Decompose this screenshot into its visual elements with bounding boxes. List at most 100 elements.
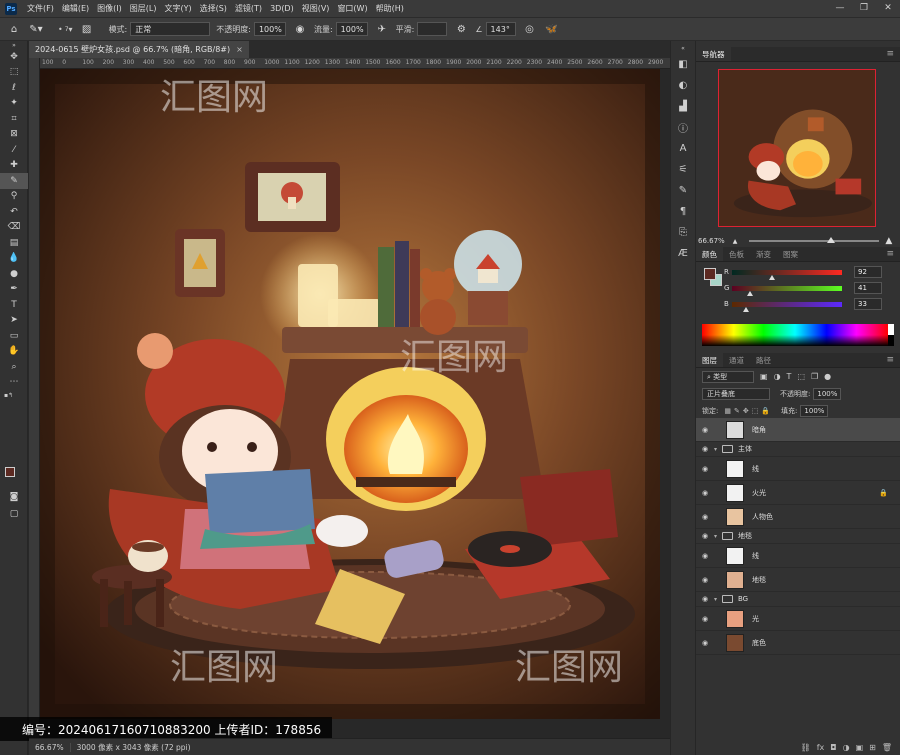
layer-group-row[interactable]: ◉ ▾ 地毯 — [696, 529, 900, 544]
lasso-tool-icon[interactable]: ℓ — [0, 80, 28, 96]
filter-smart-icon[interactable]: ❐ — [811, 372, 818, 381]
info-panel-icon[interactable]: ⓘ — [671, 118, 695, 136]
trash-icon[interactable]: 🗑 — [882, 743, 892, 752]
filter-toggle-icon[interactable]: ● — [824, 372, 831, 381]
default-colors-icon[interactable]: ▪↰ — [0, 390, 28, 400]
paragraph-panel-icon[interactable]: ¶ — [671, 202, 695, 220]
tab-color[interactable]: 颜色 — [696, 247, 723, 261]
status-zoom[interactable]: 66.67% — [29, 742, 71, 752]
character-panel-icon[interactable]: A — [671, 139, 695, 157]
menu-file[interactable]: 文件(F) — [23, 3, 58, 14]
layer-row[interactable]: ◉ 暗角 — [696, 418, 900, 442]
layer-row[interactable]: ◉ 光 — [696, 607, 900, 631]
more-tools-icon[interactable]: ⋯ — [0, 375, 28, 391]
black-white-ramp[interactable] — [888, 324, 894, 346]
crop-tool-icon[interactable]: ⌗ — [0, 111, 28, 127]
brush-tool-icon[interactable]: ✎ — [0, 173, 28, 189]
tab-paths[interactable]: 路径 — [750, 353, 777, 367]
mode-select[interactable]: 正常 — [130, 22, 211, 36]
zoom-out-icon[interactable]: ▲ — [733, 238, 738, 245]
minimize-button[interactable]: — — [828, 0, 852, 17]
navigator-thumbnail[interactable] — [718, 69, 876, 227]
gradient-tool-icon[interactable]: ▤ — [0, 235, 28, 251]
menu-type[interactable]: 文字(Y) — [160, 3, 195, 14]
eraser-tool-icon[interactable]: ⌫ — [0, 220, 28, 236]
navigator-zoom-thumb[interactable] — [826, 237, 835, 243]
add-mask-icon[interactable]: ◘ — [830, 743, 836, 752]
eyedropper-tool-icon[interactable]: ⁄ — [0, 142, 28, 158]
layer-row[interactable]: ◉ 人物色 — [696, 505, 900, 529]
document-tab[interactable]: 2024-0615 壁炉女孩.psd @ 66.7% (暗角, RGB/8#) … — [29, 41, 249, 58]
foreground-color-swatch[interactable] — [5, 467, 15, 477]
layer-row[interactable]: ◉ 线 — [696, 544, 900, 568]
healing-brush-tool-icon[interactable]: ✚ — [0, 158, 28, 174]
zoom-in-icon[interactable]: ▲ — [885, 236, 892, 246]
blur-tool-icon[interactable]: 💧 — [0, 251, 28, 267]
filter-type-icon[interactable]: T — [787, 372, 792, 381]
tab-layers[interactable]: 图层 — [696, 353, 723, 367]
visibility-eye-icon[interactable]: ◉ — [696, 465, 714, 473]
green-slider-thumb[interactable] — [746, 290, 753, 296]
horizontal-ruler[interactable]: 100 0 100 200 300 400 500 600 700 800 900 1000 1100 1… — [40, 58, 670, 69]
fx-icon[interactable]: fx — [817, 743, 825, 752]
green-slider[interactable] — [732, 285, 842, 296]
brush-panel-icon[interactable]: ✎ — [671, 181, 695, 199]
visibility-eye-icon[interactable]: ◉ — [696, 445, 714, 453]
close-button[interactable]: ✕ — [876, 0, 900, 17]
rectangle-tool-icon[interactable]: ▭ — [0, 328, 28, 344]
collapse-arrows-icon[interactable]: » — [0, 41, 28, 49]
glyphs-panel-icon[interactable]: Æ — [671, 244, 695, 262]
flow-field[interactable]: 100% — [335, 22, 368, 36]
menu-help[interactable]: 帮助(H) — [372, 3, 408, 14]
tab-navigator[interactable]: 导航器 — [696, 47, 731, 61]
brush-settings-icon[interactable]: ▨ — [79, 21, 95, 37]
filter-pixel-icon[interactable]: ▣ — [760, 372, 768, 381]
angle-field[interactable]: 143° — [485, 22, 516, 36]
pressure-opacity-icon[interactable]: ◉ — [292, 21, 308, 37]
foreground-color-chip[interactable] — [704, 268, 716, 280]
navigator-zoom-value[interactable]: 66.67% — [698, 237, 725, 245]
visibility-eye-icon[interactable]: ◉ — [696, 489, 714, 497]
panel-menu-icon[interactable]: ≡ — [886, 247, 900, 261]
history-brush-tool-icon[interactable]: ↶ — [0, 204, 28, 220]
visibility-eye-icon[interactable]: ◉ — [696, 615, 714, 623]
magic-wand-tool-icon[interactable]: ✦ — [0, 96, 28, 112]
quick-mask-icon[interactable]: ◙ — [0, 489, 28, 505]
brush-size-picker[interactable]: • 7 ▾ — [58, 25, 73, 34]
clone-source-panel-icon[interactable]: ⎘ — [671, 223, 695, 241]
visibility-eye-icon[interactable]: ◉ — [696, 595, 714, 603]
lock-icons[interactable]: ▦✎✥⬚🔒 — [724, 407, 773, 415]
new-layer-icon[interactable]: ⊞ — [869, 743, 876, 752]
histogram-panel-icon[interactable]: ▟ — [671, 97, 695, 115]
smoothing-field[interactable] — [417, 22, 448, 36]
menu-select[interactable]: 选择(S) — [196, 3, 231, 14]
artwork-canvas[interactable]: 汇图网 汇图网 汇图网 汇图网 — [40, 69, 660, 719]
status-doc-info[interactable]: 3000 像素 x 3043 像素 (72 ppi) — [71, 742, 197, 753]
hand-tool-icon[interactable]: ✋ — [0, 344, 28, 360]
vertical-ruler[interactable] — [29, 58, 40, 738]
menu-window[interactable]: 窗口(W) — [333, 3, 371, 14]
color-spectrum-ramp[interactable] — [702, 324, 888, 346]
chevron-down-icon[interactable]: ▾ — [714, 596, 722, 603]
filter-adjust-icon[interactable]: ◑ — [774, 372, 781, 381]
red-slider[interactable] — [732, 269, 842, 280]
blend-mode-select[interactable]: 正片叠底 — [702, 387, 770, 400]
visibility-eye-icon[interactable]: ◉ — [696, 532, 714, 540]
opacity-field[interactable]: 100% — [253, 22, 286, 36]
layer-row[interactable]: ◉ 火光 🔒 — [696, 481, 900, 505]
panel-menu-icon[interactable]: ≡ — [886, 353, 900, 367]
visibility-eye-icon[interactable]: ◉ — [696, 576, 714, 584]
layer-row[interactable]: ◉ 地毯 — [696, 568, 900, 592]
frame-tool-icon[interactable]: ⊠ — [0, 127, 28, 143]
clone-stamp-tool-icon[interactable]: ⚲ — [0, 189, 28, 205]
visibility-eye-icon[interactable]: ◉ — [696, 639, 714, 647]
layer-filter-select[interactable]: ⌕ 类型 — [702, 370, 754, 383]
layer-group-row[interactable]: ◉ ▾ BG — [696, 592, 900, 607]
layer-opacity-field[interactable]: 100% — [813, 387, 842, 400]
green-value-field[interactable]: 41 — [854, 282, 882, 294]
dodge-tool-icon[interactable]: ● — [0, 266, 28, 282]
filter-shape-icon[interactable]: ⬚ — [797, 372, 805, 381]
navigator-zoom-slider[interactable] — [749, 237, 880, 243]
new-group-icon[interactable]: ▣ — [856, 743, 864, 752]
menu-edit[interactable]: 编辑(E) — [58, 3, 93, 14]
